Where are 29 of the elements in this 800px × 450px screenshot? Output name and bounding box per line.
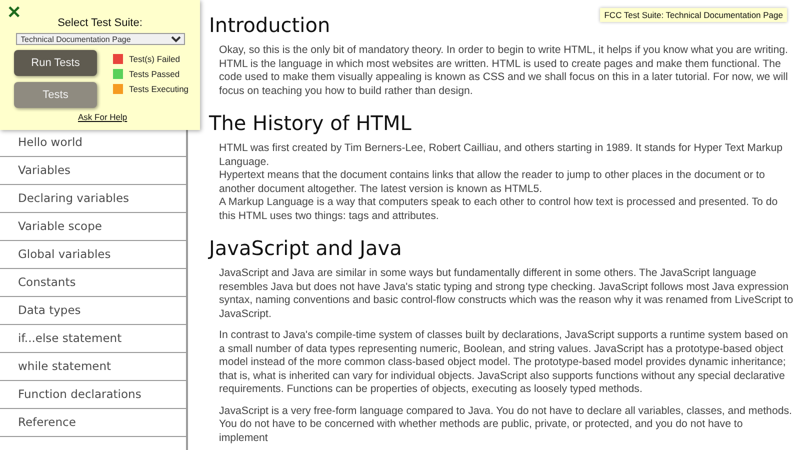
- nav-link[interactable]: Reference: [0, 409, 186, 437]
- paragraph: A Markup Language is a way that computers speak to each other to control how text is processed and presented. To do this HTML uses two things: tags and attributes.: [219, 196, 779, 223]
- nav-link[interactable]: Constants: [0, 269, 186, 297]
- paragraph: HTML was first created by Tim Berners-Lee, Robert Cailliau, and others starting in 1989. It stands for Hyper Text Markup Language.: [219, 142, 784, 169]
- help-link[interactable]: Ask For Help: [78, 112, 128, 122]
- legend-label: Test(s) Failed: [129, 54, 180, 64]
- paragraph: Hypertext means that the document contains links that allow the reader to jump to other places in the document or to another document altogether. The latest version is known as HTML5.: [219, 169, 766, 196]
- nav-link[interactable]: Data types: [0, 297, 186, 325]
- paragraph: JavaScript and Java are similar in some ways but fundamentally different in some others. The JavaScript language resembles Java but does not have Java's static typing and strong type checking. JavaScript follows most Java expression syntax, naming conventions and basic control-flow constructs which was the reason why it was renamed from LiveScript to JavaScript.: [219, 267, 794, 321]
- paragraph: In contrast to Java's compile-time system of classes built by declarations, JavaScript supports a runtime system based on a small number of data types representing numeric, Boolean, and string values. JavaScript has a prototype-based object model instead of the more common class-based object model. The prototype-based model provides dynamic inheritance; that is, what is inherited can vary for individual objects. JavaScript also supports functions without any special declarative requirements. Functions can be properties of objects, executing as loosely typed methods.: [219, 329, 790, 396]
- section-heading: JavaScript and Java: [209, 236, 402, 260]
- nav-link[interactable]: Declaring variables: [0, 185, 186, 213]
- close-button[interactable]: ✕: [7, 2, 21, 24]
- nav-link[interactable]: Global variables: [0, 241, 186, 269]
- suite-select[interactable]: Technical Documentation Page: [16, 33, 184, 45]
- nav-link[interactable]: Variable scope: [0, 213, 186, 241]
- test-suite-badge: FCC Test Suite: Technical Documentation Page: [600, 8, 787, 22]
- paragraph: JavaScript is a very free-form language compared to Java. You do not have to declare all variables, classes, and methods. You do not have to be concerned with whether methods are public, private, or protected, and you do not have to implement: [219, 404, 793, 445]
- section-heading: Introduction: [209, 13, 330, 37]
- nav-link[interactable]: Function declarations: [0, 381, 186, 409]
- legend-label: Tests Passed: [129, 69, 180, 79]
- legend-label: Tests Executing: [129, 84, 189, 94]
- run-tests-button[interactable]: Run Tests: [14, 50, 97, 76]
- section-heading: The History of HTML: [209, 111, 412, 135]
- nav-link[interactable]: while statement: [0, 353, 186, 381]
- nav-link[interactable]: Variables: [0, 157, 186, 185]
- paragraph: Okay, so this is the only bit of mandatory theory. In order to begin to write HTML, it helps if you know what you are writing. HTML is the language in which most websites are written. HTML is used to create pages and make them functional. The code used to make them visually appealing is known as CSS and we shall focus on this in a later tutorial. For now, we will focus on teaching you how to build rather than design.: [219, 44, 789, 98]
- nav-link[interactable]: if...else statement: [0, 325, 186, 353]
- panel-title: Select Test Suite:: [58, 17, 142, 29]
